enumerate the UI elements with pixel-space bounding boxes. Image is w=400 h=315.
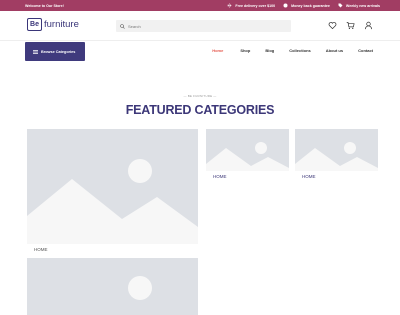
tag-icon [338,3,343,8]
promo-arrivals: Weekly new arrivals [338,3,380,8]
search-icon [120,23,125,29]
category-label: HOME [302,174,316,179]
search-placeholder: Search [128,23,141,29]
promo-arrivals-text: Weekly new arrivals [345,3,380,8]
section-eyebrow: — BE FURNITURE — [183,94,217,98]
logo[interactable]: Be furniture [27,18,79,31]
nav-link-about[interactable]: About us [326,48,343,53]
category-card[interactable] [27,258,198,315]
section-title: FEATURED CATEGORIES [125,103,275,117]
nav-link-collections[interactable]: Collections [289,48,311,53]
image-placeholder-icon [206,129,289,171]
nav-link-shop[interactable]: Shop [240,48,250,53]
heart-icon[interactable] [328,21,337,30]
image-placeholder-icon [27,129,198,244]
image-placeholder-icon [27,258,198,315]
page: Welcome to Our Store! Free delivery over… [0,0,400,315]
promo-delivery: Free delivery over $100 [227,3,275,8]
site-header: Be furniture Search [0,11,400,41]
logo-mark: Be [27,18,42,31]
search-input[interactable]: Search [116,20,291,32]
user-icon[interactable] [364,21,373,30]
category-card[interactable]: HOME [295,129,378,185]
cart-icon[interactable] [346,21,355,30]
airplane-icon [227,3,232,8]
category-card[interactable]: HOME [27,129,198,256]
promo-money-back: Money back guarantee [283,3,330,8]
nav-link-contact[interactable]: Contact [358,48,373,53]
image-placeholder-icon [295,129,378,171]
nav-link-blog[interactable]: Blog [265,48,274,53]
main-nav: Browse Categories Home Shop Blog Collect… [0,42,400,64]
hamburger-icon [33,49,38,54]
nav-menu: Home Shop Blog Collections About us Cont… [212,48,373,53]
promo-money-text: Money back guarantee [291,3,330,8]
promo-list: Free delivery over $100 Money back guara… [227,3,380,8]
category-card[interactable]: HOME [206,129,289,185]
welcome-text: Welcome to Our Store! [25,3,64,8]
top-announcement-bar: Welcome to Our Store! Free delivery over… [0,0,400,11]
logo-text: furniture [44,19,79,30]
browse-categories-button[interactable]: Browse Categories [25,42,85,61]
promo-delivery-text: Free delivery over $100 [235,3,276,8]
nav-link-home[interactable]: Home [212,48,223,53]
category-label: HOME [34,247,48,252]
header-actions [328,21,373,30]
category-label: HOME [213,174,227,179]
money-icon [283,3,288,8]
browse-categories-label: Browse Categories [41,49,76,54]
